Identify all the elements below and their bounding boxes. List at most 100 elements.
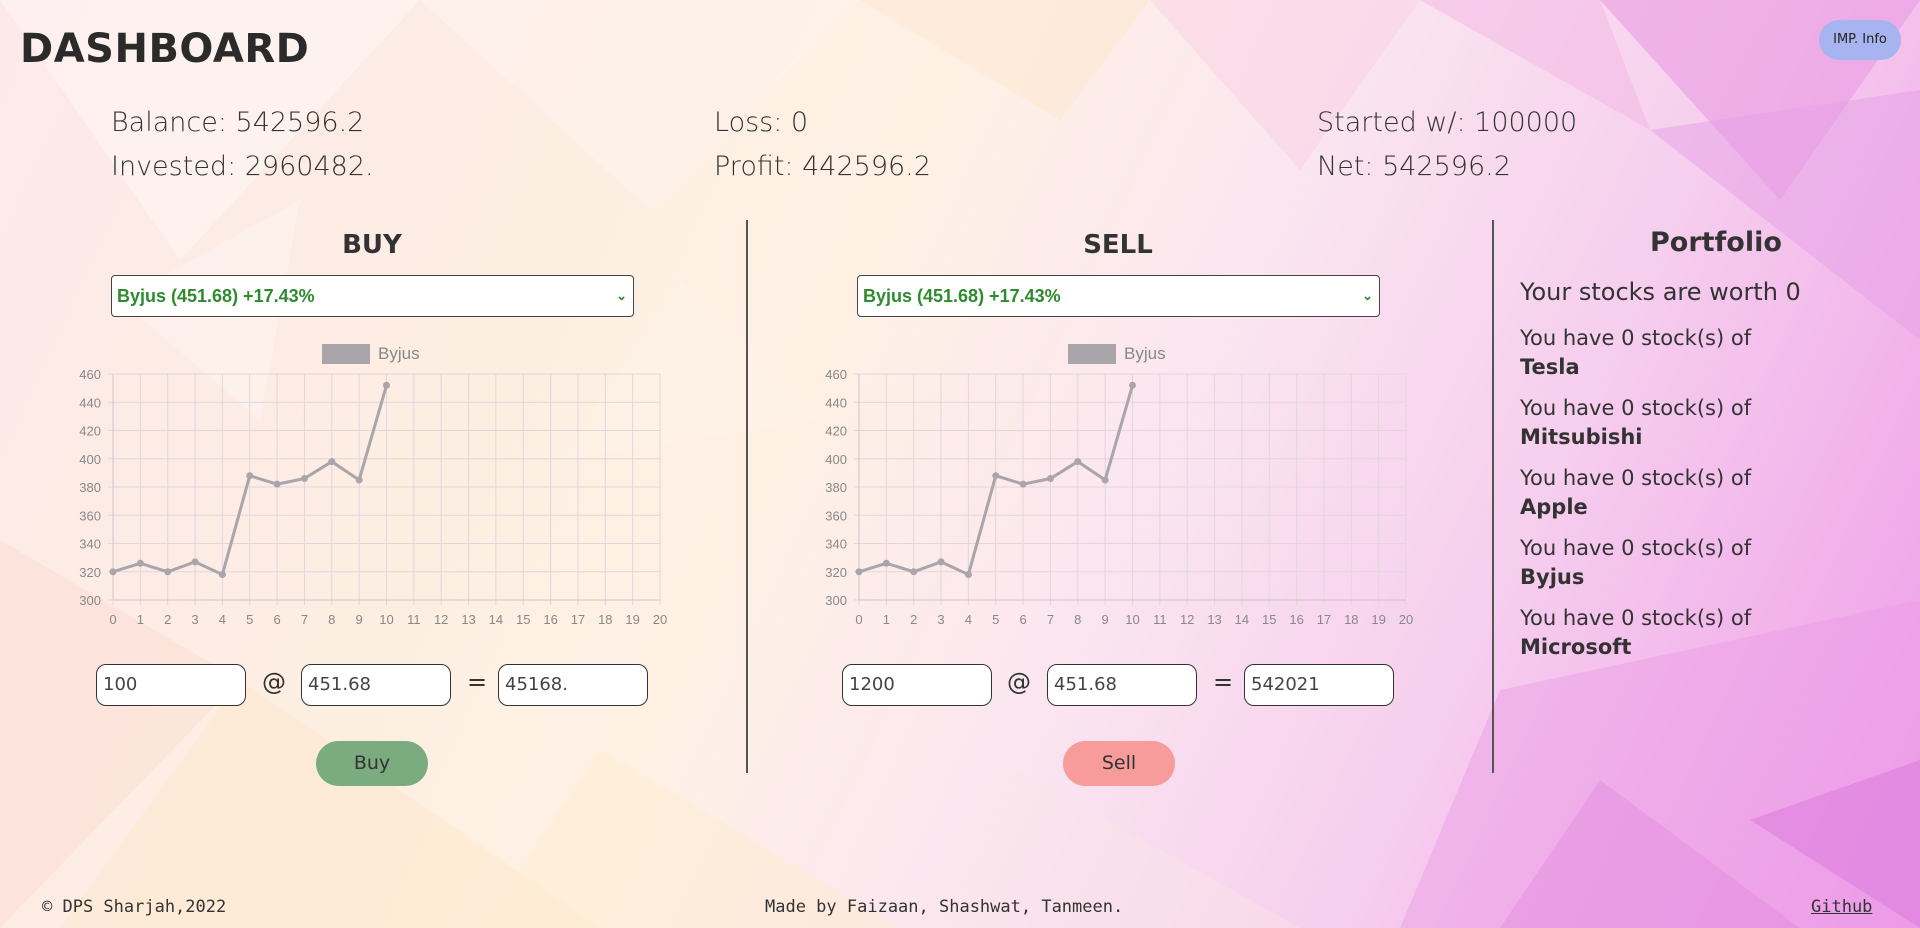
buy-total-input[interactable]: 45168. bbox=[498, 664, 648, 706]
imp-info-button[interactable]: IMP. Info bbox=[1819, 20, 1901, 60]
x-tick-label: 8 bbox=[328, 612, 335, 627]
y-tick-label: 320 bbox=[79, 565, 101, 580]
sell-price-chart: Byjus0 1 2 3 4 5 6 7 8 9 10 11 12 13 14 15 16 17 18 19 20300… bbox=[825, 344, 1413, 627]
balance-stat: Balance: 542596.2 bbox=[111, 107, 365, 138]
y-tick-label: 380 bbox=[825, 480, 847, 495]
chevron-down-icon: ⌄ bbox=[1362, 288, 1373, 303]
y-tick-label: 300 bbox=[79, 593, 101, 608]
legend-swatch bbox=[322, 344, 370, 364]
holding-stock-name: Mitsubishi bbox=[1520, 425, 1643, 449]
data-point bbox=[1074, 458, 1082, 466]
at-symbol: @ bbox=[262, 668, 286, 696]
sell-stock-select[interactable]: Byjus (451.68) +17.43% ⌄ bbox=[857, 275, 1380, 317]
x-tick-label: 2 bbox=[910, 612, 917, 627]
data-point bbox=[992, 472, 1000, 480]
equals-symbol: = bbox=[467, 668, 488, 696]
x-tick-label: 18 bbox=[1344, 612, 1358, 627]
data-point bbox=[136, 559, 144, 567]
legend-swatch bbox=[1068, 344, 1116, 364]
sell-quantity-input[interactable]: 1200 bbox=[842, 664, 992, 706]
buy-select-value: Byjus (451.68) +17.43% bbox=[117, 286, 315, 306]
y-tick-label: 460 bbox=[79, 367, 101, 382]
sell-heading: SELL bbox=[1083, 230, 1153, 260]
legend-label: Byjus bbox=[378, 344, 420, 363]
x-tick-label: 9 bbox=[356, 612, 363, 627]
data-point bbox=[1101, 476, 1109, 484]
x-tick-label: 16 bbox=[1289, 612, 1303, 627]
sell-total-input[interactable]: 542021 bbox=[1244, 664, 1394, 706]
at-symbol: @ bbox=[1007, 668, 1031, 696]
x-tick-label: 9 bbox=[1102, 612, 1109, 627]
x-tick-label: 13 bbox=[461, 612, 475, 627]
data-point bbox=[355, 476, 363, 484]
buy-price-chart: Byjus0 1 2 3 4 5 6 7 8 9 10 11 12 13 14 15 16 17 18 19 20300… bbox=[79, 344, 667, 627]
data-point bbox=[273, 480, 281, 488]
holding-text: You have 0 stock(s) of bbox=[1520, 326, 1752, 350]
data-point bbox=[910, 568, 918, 576]
y-tick-label: 320 bbox=[825, 565, 847, 580]
buy-quantity-input[interactable]: 100 bbox=[96, 664, 246, 706]
x-tick-label: 7 bbox=[301, 612, 308, 627]
x-tick-label: 3 bbox=[937, 612, 944, 627]
y-tick-label: 400 bbox=[825, 452, 847, 467]
data-point bbox=[191, 558, 199, 566]
x-tick-label: 10 bbox=[1125, 612, 1139, 627]
y-tick-label: 300 bbox=[825, 593, 847, 608]
data-point bbox=[300, 475, 308, 483]
x-tick-label: 0 bbox=[109, 612, 116, 627]
buy-price-input[interactable]: 451.68 bbox=[301, 664, 451, 706]
x-tick-label: 19 bbox=[1371, 612, 1385, 627]
y-tick-label: 440 bbox=[825, 395, 847, 410]
y-tick-label: 360 bbox=[79, 508, 101, 523]
loss-stat: Loss: 0 bbox=[714, 107, 809, 138]
holding-text: You have 0 stock(s) of bbox=[1520, 466, 1752, 490]
page-title: DASHBOARD bbox=[20, 26, 310, 72]
x-tick-label: 12 bbox=[1180, 612, 1194, 627]
started-stat: Started w/: 100000 bbox=[1317, 107, 1578, 138]
x-tick-label: 16 bbox=[543, 612, 557, 627]
y-tick-label: 340 bbox=[825, 537, 847, 552]
x-tick-label: 1 bbox=[137, 612, 144, 627]
y-tick-label: 400 bbox=[79, 452, 101, 467]
holding-text: You have 0 stock(s) of bbox=[1520, 606, 1752, 630]
x-tick-label: 7 bbox=[1047, 612, 1054, 627]
x-tick-label: 0 bbox=[855, 612, 862, 627]
x-tick-label: 20 bbox=[1399, 612, 1413, 627]
x-tick-label: 4 bbox=[219, 612, 226, 627]
x-tick-label: 4 bbox=[965, 612, 972, 627]
x-tick-label: 6 bbox=[273, 612, 280, 627]
x-tick-label: 11 bbox=[407, 612, 421, 627]
holding-item: You have 0 stock(s) of Mitsubishi bbox=[1520, 394, 1751, 452]
data-point bbox=[383, 381, 390, 389]
data-point bbox=[218, 571, 226, 579]
x-tick-label: 14 bbox=[1235, 612, 1249, 627]
github-link[interactable]: Github bbox=[1811, 897, 1872, 917]
x-tick-label: 11 bbox=[1153, 612, 1167, 627]
holding-item: You have 0 stock(s) of Microsoft bbox=[1520, 604, 1751, 662]
holding-stock-name: Apple bbox=[1520, 495, 1588, 519]
data-point bbox=[964, 571, 972, 579]
x-tick-label: 5 bbox=[246, 612, 253, 627]
profit-stat: Profit: 442596.2 bbox=[714, 151, 931, 182]
y-tick-label: 380 bbox=[79, 480, 101, 495]
x-tick-label: 15 bbox=[1262, 612, 1276, 627]
x-tick-label: 5 bbox=[992, 612, 999, 627]
x-tick-label: 19 bbox=[625, 612, 639, 627]
buy-stock-select[interactable]: Byjus (451.68) +17.43% ⌄ bbox=[111, 275, 634, 317]
holding-text: You have 0 stock(s) of bbox=[1520, 536, 1752, 560]
sell-price-input[interactable]: 451.68 bbox=[1047, 664, 1197, 706]
equals-symbol: = bbox=[1213, 668, 1234, 696]
x-tick-label: 1 bbox=[883, 612, 890, 627]
data-point bbox=[109, 568, 117, 576]
buy-button[interactable]: Buy bbox=[316, 741, 428, 786]
y-tick-label: 340 bbox=[79, 537, 101, 552]
y-tick-label: 440 bbox=[79, 395, 101, 410]
portfolio-title: Portfolio bbox=[1650, 227, 1782, 258]
data-point bbox=[1046, 475, 1054, 483]
x-tick-label: 13 bbox=[1207, 612, 1221, 627]
x-tick-label: 10 bbox=[379, 612, 393, 627]
sell-button[interactable]: Sell bbox=[1063, 741, 1175, 786]
holding-stock-name: Byjus bbox=[1520, 565, 1585, 589]
x-tick-label: 17 bbox=[1317, 612, 1331, 627]
data-point bbox=[246, 472, 254, 480]
